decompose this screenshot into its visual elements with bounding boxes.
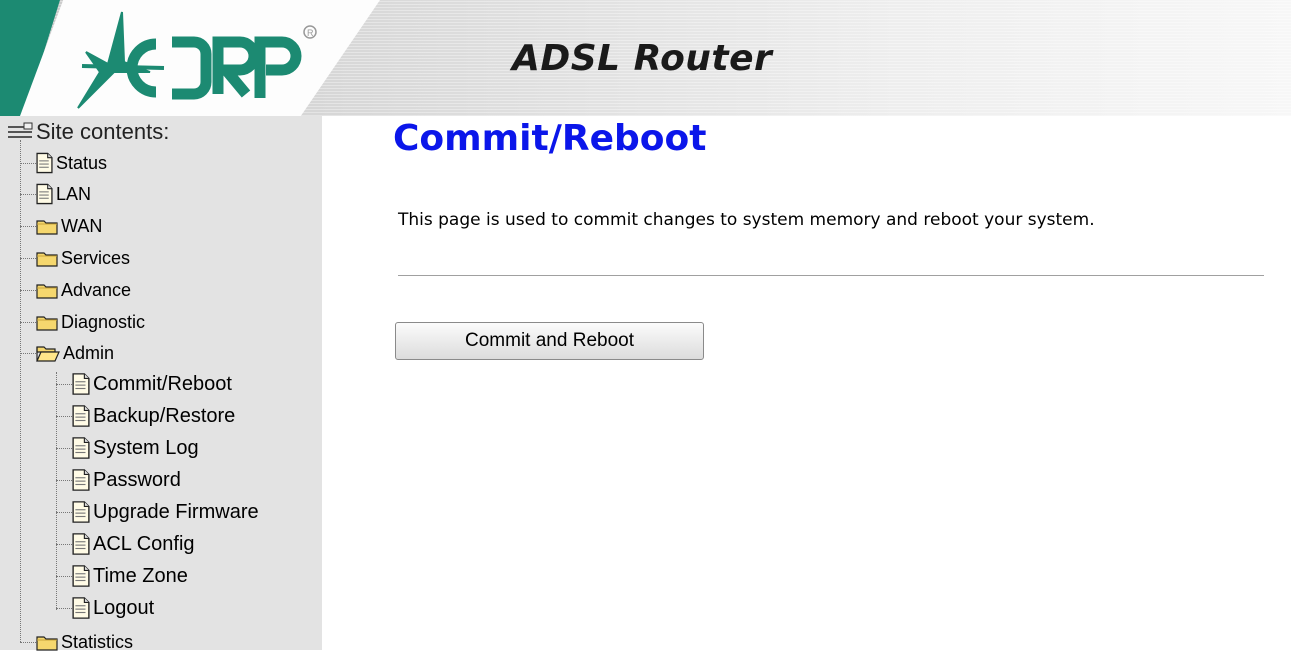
tree-line bbox=[56, 512, 72, 513]
page-icon bbox=[36, 152, 53, 174]
tree-line bbox=[20, 290, 36, 291]
sidebar-item-upgrade-firmware[interactable]: Upgrade Firmware bbox=[72, 498, 259, 526]
sidebar-item-label: Advance bbox=[61, 279, 132, 300]
page-icon bbox=[72, 404, 90, 428]
sidebar-item-lan[interactable]: LAN bbox=[36, 180, 91, 208]
page-icon bbox=[72, 532, 90, 556]
sidebar-item-label: Password bbox=[93, 468, 181, 491]
sidebar-item-label: ACL Config bbox=[93, 532, 195, 555]
sidebar-item-backup-restore[interactable]: Backup/Restore bbox=[72, 402, 235, 430]
sidebar-tree: Site contents: Status LAN WAN Services A… bbox=[0, 116, 322, 652]
sidebar-item-label: Admin bbox=[63, 342, 115, 363]
tree-line bbox=[56, 448, 72, 449]
page-icon bbox=[72, 372, 90, 396]
header-banner: R ADSL Router bbox=[0, 0, 1291, 116]
sidebar-item-label: Backup/Restore bbox=[93, 404, 236, 427]
commit-and-reboot-button[interactable]: Commit and Reboot bbox=[395, 322, 704, 360]
tree-line bbox=[20, 226, 36, 227]
page-icon bbox=[72, 564, 90, 588]
page-title: Commit/Reboot bbox=[393, 118, 707, 159]
page-icon bbox=[72, 596, 90, 620]
sidebar-item-status[interactable]: Status bbox=[36, 149, 107, 177]
sidebar-item-commit-reboot[interactable]: Commit/Reboot bbox=[72, 370, 232, 398]
tree-line bbox=[56, 544, 72, 545]
sidebar-item-label: WAN bbox=[61, 215, 103, 236]
folder-open-icon bbox=[36, 345, 60, 362]
tree-line bbox=[56, 416, 72, 417]
sidebar-item-label: Commit/Reboot bbox=[93, 372, 232, 395]
svg-text:R: R bbox=[307, 28, 314, 38]
folder-icon bbox=[36, 218, 58, 235]
tree-line bbox=[20, 163, 36, 164]
section-divider bbox=[398, 275, 1264, 276]
sidebar-item-label: Time Zone bbox=[93, 564, 188, 587]
tree-line bbox=[56, 576, 72, 577]
sidebar-item-system-log[interactable]: System Log bbox=[72, 434, 199, 462]
sidebar-item-time-zone[interactable]: Time Zone bbox=[72, 562, 188, 590]
header-title: ADSL Router bbox=[512, 38, 773, 79]
sidebar-item-services[interactable]: Services bbox=[36, 244, 130, 272]
tree-line bbox=[20, 353, 36, 354]
page-icon bbox=[72, 500, 90, 524]
tree-line bbox=[20, 258, 36, 259]
site-contents-label: Site contents: bbox=[36, 119, 170, 144]
site-contents-root: Site contents: bbox=[6, 119, 169, 145]
folder-icon bbox=[36, 634, 58, 651]
sidebar-item-label: Logout bbox=[93, 596, 155, 619]
tree-line bbox=[20, 140, 21, 642]
site-contents-icon bbox=[8, 122, 33, 138]
page-icon bbox=[36, 183, 53, 205]
folder-icon bbox=[36, 250, 58, 267]
folder-icon bbox=[36, 282, 58, 299]
tree-line bbox=[56, 608, 72, 609]
tree-line bbox=[56, 384, 72, 385]
acorp-logo: R bbox=[77, 11, 317, 109]
tree-line bbox=[20, 642, 36, 643]
sidebar-item-label: LAN bbox=[56, 183, 92, 204]
sidebar-item-diagnostic[interactable]: Diagnostic bbox=[36, 308, 145, 336]
page-icon bbox=[72, 468, 90, 492]
page-icon bbox=[72, 436, 90, 460]
sidebar-item-label: Diagnostic bbox=[61, 311, 146, 332]
sidebar-item-logout[interactable]: Logout bbox=[72, 594, 154, 622]
sidebar-item-wan[interactable]: WAN bbox=[36, 212, 102, 240]
sidebar-item-advance[interactable]: Advance bbox=[36, 276, 131, 304]
tree-line bbox=[20, 322, 36, 323]
tree-line bbox=[56, 372, 57, 610]
folder-icon bbox=[36, 314, 58, 331]
tree-line bbox=[20, 194, 36, 195]
tree-line bbox=[56, 480, 72, 481]
sidebar-item-label: Services bbox=[61, 247, 131, 268]
sidebar-item-admin[interactable]: Admin bbox=[36, 339, 114, 367]
sidebar-item-statistics[interactable]: Statistics bbox=[36, 628, 133, 656]
sidebar-item-label: Status bbox=[56, 152, 108, 173]
sidebar-item-label: Upgrade Firmware bbox=[93, 500, 259, 523]
logo-panel: R bbox=[0, 0, 380, 116]
sidebar-item-label: System Log bbox=[93, 436, 199, 459]
sidebar-item-password[interactable]: Password bbox=[72, 466, 181, 494]
sidebar-item-acl-config[interactable]: ACL Config bbox=[72, 530, 195, 558]
page-description: This page is used to commit changes to s… bbox=[398, 210, 1095, 230]
sidebar-item-label: Statistics bbox=[61, 631, 134, 652]
